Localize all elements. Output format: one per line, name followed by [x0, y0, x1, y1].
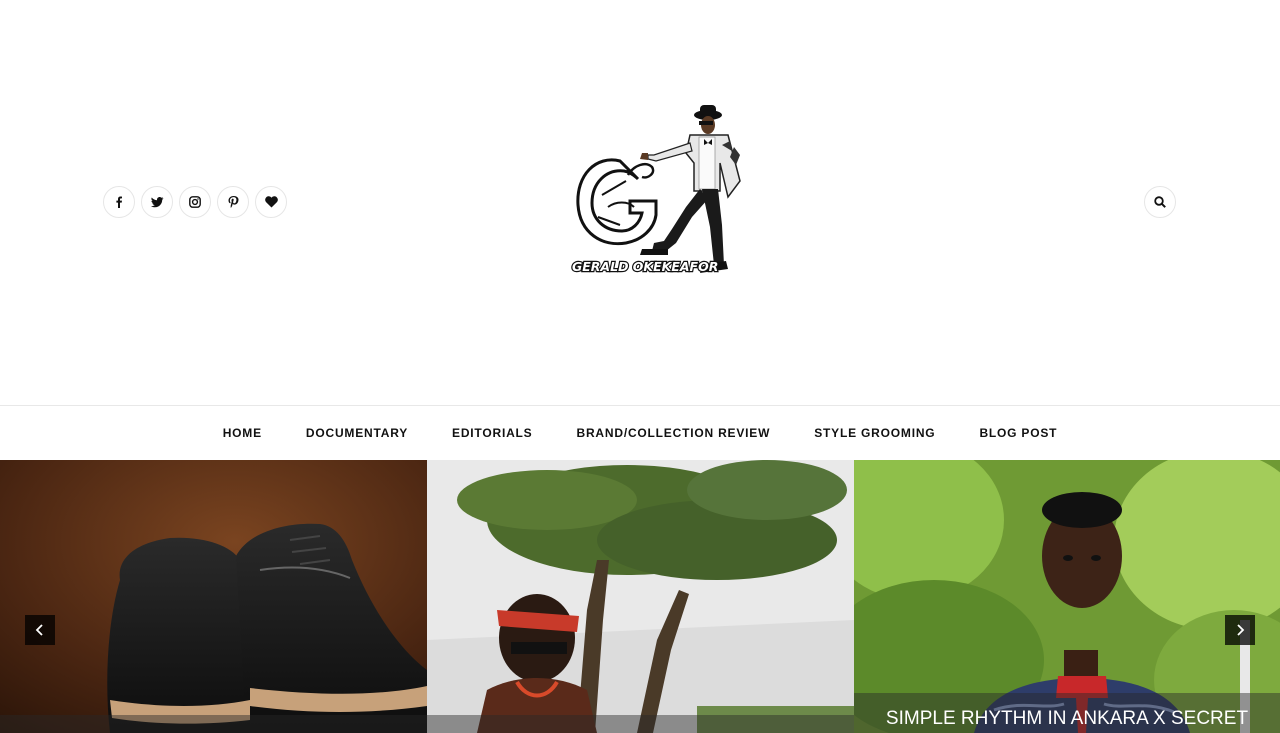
heart-icon [264, 196, 278, 208]
search-button[interactable] [1144, 186, 1176, 218]
instagram-button[interactable] [179, 186, 211, 218]
nav-item-home[interactable]: HOME [223, 426, 262, 440]
logo-figure [640, 105, 741, 273]
slider-prev-button[interactable] [25, 615, 55, 645]
slide-headband[interactable] [427, 460, 854, 733]
nav-item-style-grooming[interactable]: STYLE GROOMING [814, 426, 935, 440]
chevron-left-icon [35, 624, 43, 636]
slide-caption[interactable]: SIMPLE RHYTHM IN ANKARA X SECRET [854, 693, 1280, 733]
search-icon [1154, 196, 1166, 208]
nav-item-brand-collection-review[interactable]: BRAND/COLLECTION REVIEW [576, 426, 770, 440]
bloglovin-button[interactable] [255, 186, 287, 218]
instagram-icon [189, 196, 201, 208]
slider-next-button[interactable] [1225, 615, 1255, 645]
nav-item-blog-post[interactable]: BLOG POST [979, 426, 1057, 440]
pinterest-button[interactable] [217, 186, 249, 218]
facebook-icon [116, 196, 122, 208]
nav-item-documentary[interactable]: DOCUMENTARY [306, 426, 408, 440]
social-links [103, 186, 287, 218]
featured-slider: SIMPLE RHYTHM IN ANKARA X SECRET [0, 460, 1280, 733]
twitter-icon [150, 197, 163, 208]
slide-shoes[interactable] [0, 460, 427, 733]
facebook-button[interactable] [103, 186, 135, 218]
logo-text: GERALD OKEKEAFOR [572, 259, 718, 274]
site-header: GERALD OKEKEAFOR [0, 0, 1280, 405]
slide-caption-bar [0, 715, 427, 733]
pinterest-icon [228, 195, 239, 208]
slide-image [427, 460, 854, 733]
slide-caption-bar [427, 715, 854, 733]
slide-image [0, 460, 427, 733]
nav-item-editorials[interactable]: EDITORIALS [452, 426, 532, 440]
logo-emblem [576, 158, 658, 246]
twitter-button[interactable] [141, 186, 173, 218]
slide-ankara[interactable]: SIMPLE RHYTHM IN ANKARA X SECRET [854, 460, 1280, 733]
main-navigation: HOME DOCUMENTARY EDITORIALS BRAND/COLLEC… [0, 405, 1280, 460]
site-logo[interactable]: GERALD OKEKEAFOR [568, 105, 750, 280]
chevron-right-icon [1237, 624, 1245, 636]
